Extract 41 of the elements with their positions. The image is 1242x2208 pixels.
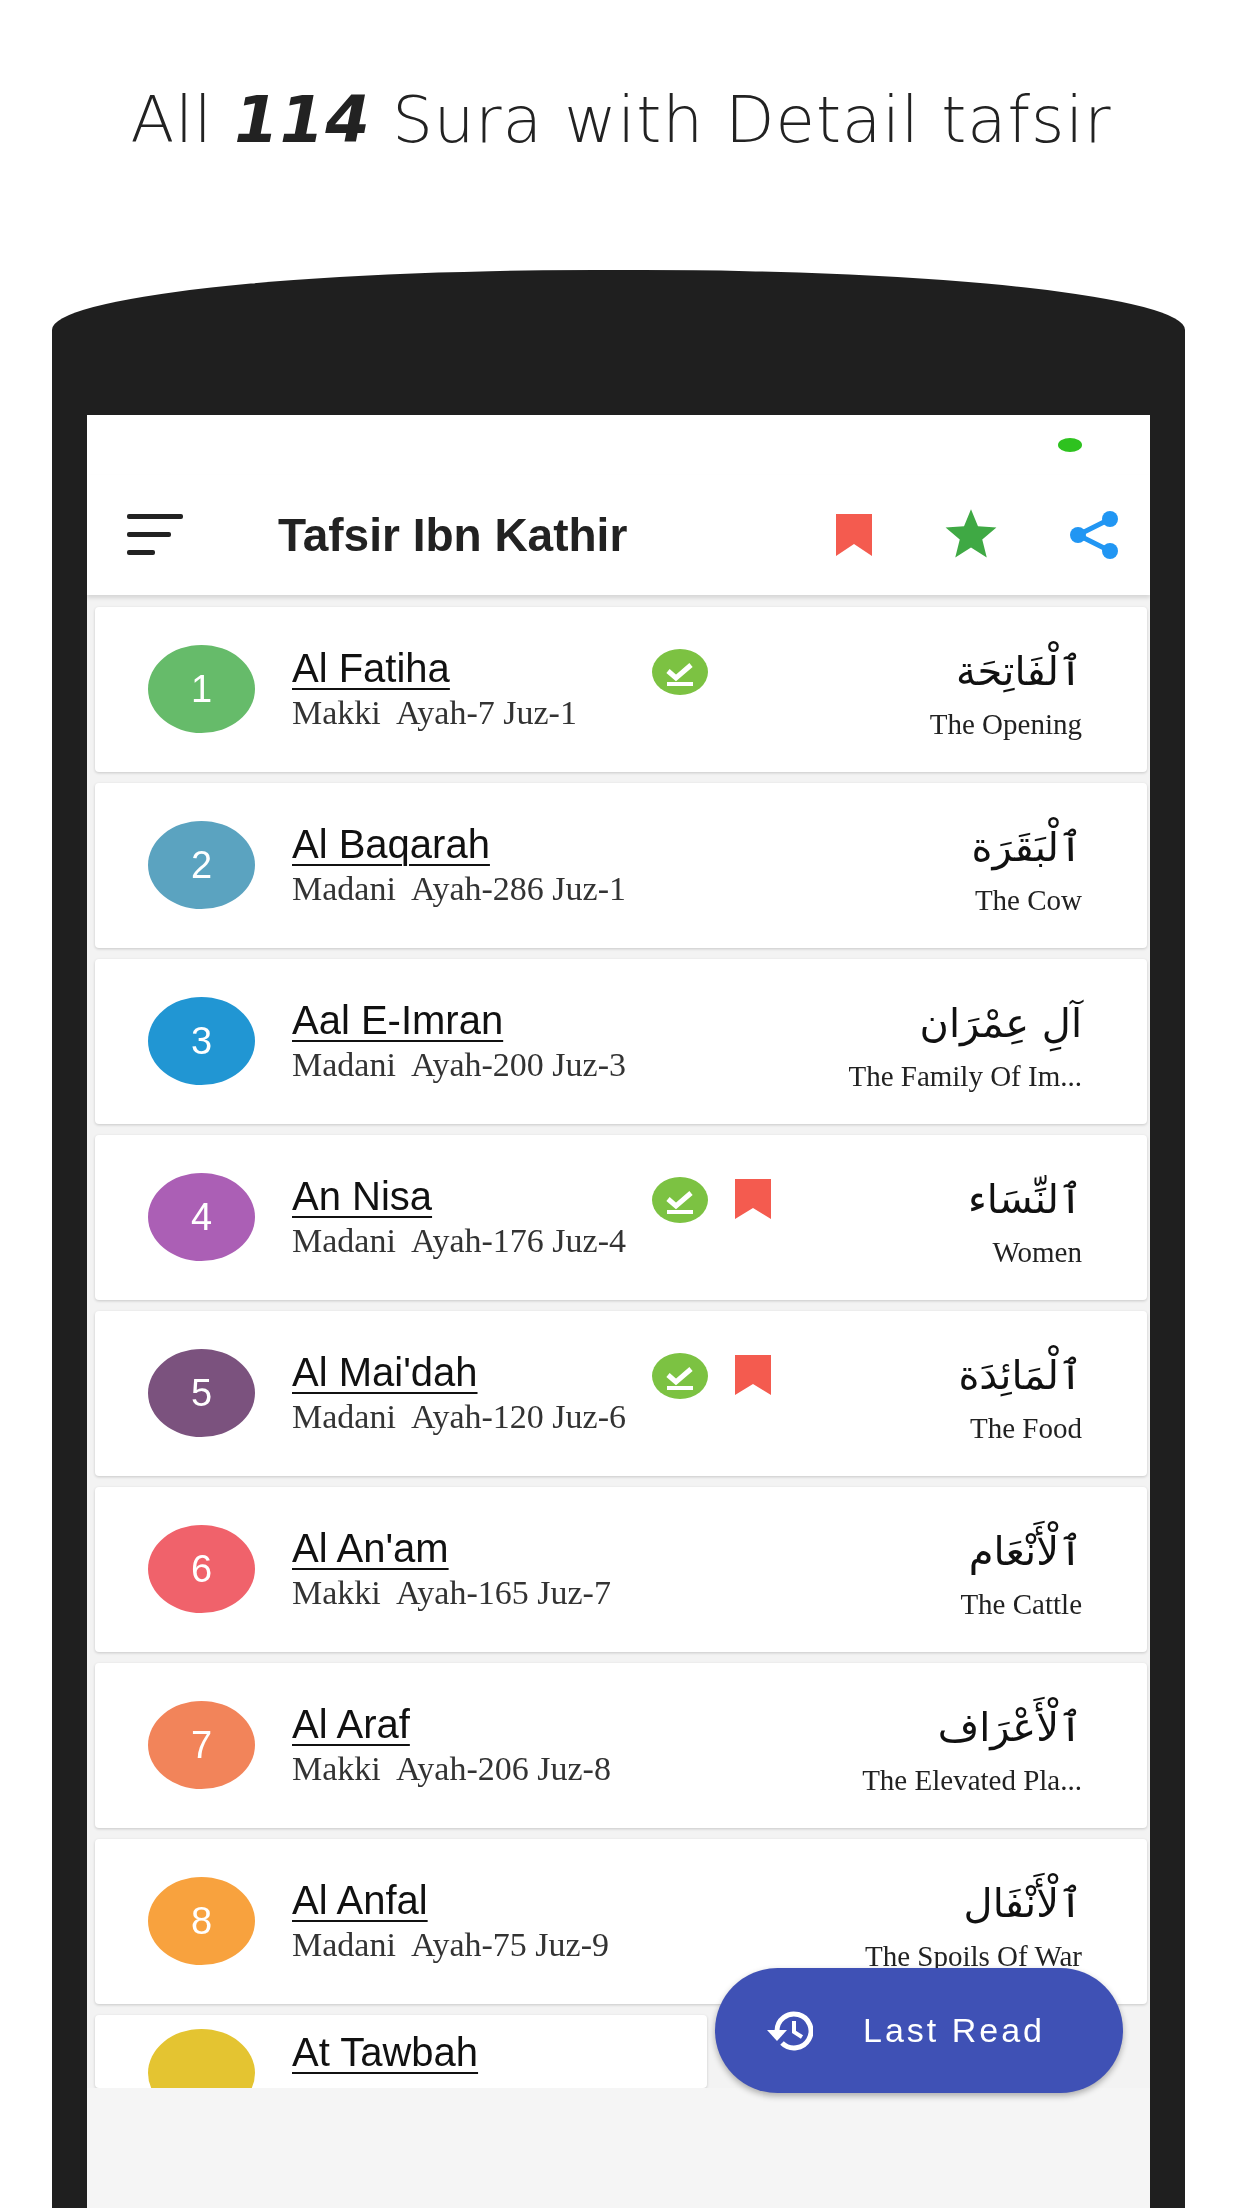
surah-name: At Tawbah xyxy=(292,2029,480,2075)
english-name: The Elevated Pla... xyxy=(861,1763,1082,1798)
surah-info: Madani Ayah-75 Juz-9 xyxy=(292,1925,610,1965)
surah-name: An Nisa xyxy=(292,1173,434,1219)
app-title: Tafsir Ibn Kathir xyxy=(278,507,629,563)
english-name: The Opening xyxy=(928,707,1082,742)
arabic-name: ٱلنِّسَاء xyxy=(967,1174,1082,1224)
bookmark-icon[interactable] xyxy=(834,512,874,558)
surah-name: Al An'am xyxy=(292,1525,450,1571)
english-name: The Cattle xyxy=(959,1587,1082,1622)
surah-name: Al Anfal xyxy=(292,1877,429,1923)
share-icon[interactable] xyxy=(1068,510,1120,560)
surah-info: Makki Ayah-165 Juz-7 xyxy=(292,1573,612,1613)
english-name: Women xyxy=(991,1235,1082,1270)
surah-info: Madani Ayah-200 Juz-3 xyxy=(292,1045,627,1085)
surah-card[interactable]: At Tawbah xyxy=(95,2015,707,2088)
surah-info: Makki Ayah-7 Juz-1 xyxy=(292,693,578,733)
surah-info: Madani Ayah-176 Juz-4 xyxy=(292,1221,627,1261)
number-circle: 7 xyxy=(148,1701,255,1789)
number-circle: 4 xyxy=(148,1173,255,1261)
number-circle: 2 xyxy=(148,821,255,909)
last-read-button[interactable]: Last Read xyxy=(715,1968,1123,2093)
surah-info: Madani Ayah-286 Juz-1 xyxy=(292,869,627,909)
english-name: The Family Of Im... xyxy=(848,1059,1082,1094)
english-name: The Cow xyxy=(973,883,1082,918)
surah-info: Madani Ayah-120 Juz-6 xyxy=(292,1397,627,1437)
surah-name: Aal E-Imran xyxy=(292,997,505,1043)
english-name: The Food xyxy=(969,1411,1082,1446)
number-circle: 3 xyxy=(148,997,255,1085)
status-icon xyxy=(1056,437,1082,453)
headline: All 114 Sura with Detail tafsir xyxy=(130,82,1112,159)
number-circle: 6 xyxy=(148,1525,255,1613)
menu-icon[interactable] xyxy=(127,512,183,558)
number-circle: 8 xyxy=(148,1877,255,1965)
number-circle: 1 xyxy=(148,645,255,733)
surah-info: Makki Ayah-206 Juz-8 xyxy=(292,1749,612,1789)
surah-name: Al Mai'dah xyxy=(292,1349,479,1395)
surah-name: Al Fatiha xyxy=(292,645,451,691)
surah-name: Al Araf xyxy=(292,1701,411,1747)
number-circle: 5 xyxy=(148,1349,255,1437)
surah-name: Al Baqarah xyxy=(292,821,491,867)
